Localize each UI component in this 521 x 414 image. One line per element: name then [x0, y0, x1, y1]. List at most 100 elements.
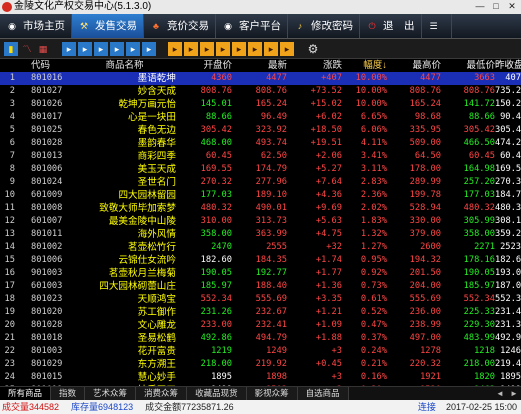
table-cell: 6.06%	[360, 125, 387, 135]
tool-icon-2[interactable]: ▸	[78, 41, 92, 56]
column-header[interactable]: 幅度↓	[342, 59, 387, 72]
column-header[interactable]: 昨收盘价	[495, 59, 521, 72]
table-row[interactable]: 9 801024 圣世名门 270.32 277.96 +7.64 2.83% 289.99 2…	[0, 176, 521, 189]
table-row[interactable]: 23 801029 东方溯王 218.00 219.92 +0.45 0.21% 220.32…	[0, 358, 521, 371]
tab-1[interactable]: 指数	[51, 387, 86, 400]
table-cell: 60.45	[205, 151, 232, 161]
column-header[interactable]: 最高价	[387, 59, 441, 72]
tool-icon-9[interactable]: ▸	[200, 41, 214, 56]
table-row[interactable]: 12 601007 最美金陵中山陵 310.00 313.73 +5.63 1.83% 330…	[0, 215, 521, 228]
table-row[interactable]: 1 801016 墨语乾坤 4360 4477 +407 10.00% 4477 3663 407	[0, 72, 521, 85]
table-row[interactable]: 2 801027 妙含天成 808.76 808.76 +73.52 10.00% 808.7…	[0, 85, 521, 98]
tool-icon-8[interactable]: ▸	[184, 41, 198, 56]
table-cell: 2.36%	[360, 190, 387, 200]
table-row[interactable]: 4 801017 心是一块田 88.66 96.49 +6.02 6.65% 98.68 88.…	[0, 111, 521, 124]
tool-icon-12[interactable]: ▸	[248, 41, 262, 56]
table-cell: 231.4	[495, 307, 521, 317]
tab-4[interactable]: 收藏品现货	[187, 387, 247, 400]
tool-icon-5[interactable]: ▸	[126, 41, 140, 56]
tool-icon-6[interactable]: ▸	[142, 41, 156, 56]
table-cell: 201.50	[409, 268, 441, 278]
nav-item-4[interactable]: ♪ 修改密码	[288, 14, 360, 38]
column-header[interactable]: 最新	[232, 59, 287, 72]
tool-icon-4[interactable]: ▸	[110, 41, 124, 56]
nav-item-0[interactable]: ◉ 市场主页	[0, 14, 72, 38]
tool-icon-7[interactable]: ▸	[168, 41, 182, 56]
table-cell: 2470	[211, 242, 232, 252]
table-cell: 四大园林留园	[118, 190, 176, 201]
table-cell: 232.41	[255, 320, 287, 330]
tool-icon-1[interactable]: ▸	[62, 41, 76, 56]
table-cell: 182.60	[200, 255, 232, 265]
column-header[interactable]: 商品名称	[73, 59, 180, 72]
column-header[interactable]: 开盘价	[180, 59, 232, 72]
close-button[interactable]: ✕	[505, 1, 519, 12]
table-row[interactable]: 6 801028 墨韵春华 468.00 493.74 +19.51 4.11% 509.00…	[0, 137, 521, 150]
minimize-button[interactable]: —	[473, 1, 487, 12]
table-cell: +3.35	[315, 294, 342, 304]
table-cell: 480.32	[200, 203, 232, 213]
column-header[interactable]: 代码	[17, 59, 73, 72]
column-header[interactable]: 涨跌	[287, 59, 342, 72]
table-cell: 17	[4, 281, 15, 291]
table-cell: 480.3	[495, 203, 521, 213]
maximize-button[interactable]: □	[489, 1, 503, 12]
table-cell: 188.40	[255, 281, 287, 291]
table-cell: 15	[4, 255, 15, 265]
scroll-right-icon[interactable]: ►	[507, 387, 521, 400]
tool-icon-3[interactable]: ▸	[94, 41, 108, 56]
nav-item-1[interactable]: ⚒ 发售交易	[72, 14, 144, 38]
table-cell: 801018	[31, 333, 63, 343]
tool-icon-11[interactable]: ▸	[232, 41, 246, 56]
tab-5[interactable]: 影视众筹	[246, 387, 298, 400]
tab-3[interactable]: 消费众筹	[136, 387, 188, 400]
table-cell: 90.4	[500, 112, 521, 122]
table-cell: 10	[4, 190, 15, 200]
nav-item-5[interactable]: ⏻ 退 出	[360, 14, 422, 38]
gear-icon[interactable]: ⚙	[306, 42, 320, 56]
tool-icon-13[interactable]: ▸	[264, 41, 278, 56]
table-cell: 9	[9, 177, 15, 187]
table-row[interactable]: 14 801002 茗壶松竹行 2470 2555 +32 1.27% 2600 2271 252…	[0, 241, 521, 254]
tab-6[interactable]: 自选商品	[297, 387, 349, 400]
table-cell: 141.72	[463, 99, 495, 109]
tab-0[interactable]: 所有商品	[0, 387, 52, 400]
table-row[interactable]: 20 801028 文心雕龙 233.00 232.41 +1.09 0.47% 238.99…	[0, 319, 521, 332]
table-cell: 妙含天成	[137, 86, 176, 97]
column-header[interactable]: 最低价	[441, 59, 495, 72]
line-chart-icon[interactable]: 〽	[20, 42, 34, 56]
table-row[interactable]: 17 601003 四大园林砌蕾山庄 185.97 188.40 +1.36 0.73% 20…	[0, 280, 521, 293]
scroll-left-icon[interactable]: ◄	[493, 387, 507, 400]
table-cell: 12	[4, 216, 15, 226]
table-row[interactable]: 15 801006 云锦仕女流吟 182.60 184.35 +1.74 0.95% 194.…	[0, 254, 521, 267]
table-row[interactable]: 18 801023 天顺鸿宝 552.34 555.69 +3.35 0.61% 555.69…	[0, 293, 521, 306]
bar-chart-icon[interactable]: ▮	[4, 41, 18, 56]
tool-icon-14[interactable]: ▸	[280, 41, 294, 56]
table-row[interactable]: 11 801008 致敬大师毕加索梦 480.32 490.01 +9.69 2.02% 52…	[0, 202, 521, 215]
table-row[interactable]: 7 801013 商彩四季 60.45 62.50 +2.06 3.41% 64.50 60.4…	[0, 150, 521, 163]
table-row[interactable]: 3 801026 乾坤万画元怡 145.01 165.24 +15.02 10.00% 165…	[0, 98, 521, 111]
table-row[interactable]: 10 601009 四大园林留园 177.03 189.10 +4.36 2.36% 199.…	[0, 189, 521, 202]
table-cell: 219.92	[255, 359, 287, 369]
table-row[interactable]: 16 901003 茗壶秋月兰梅菊 190.05 192.77 +1.77 0.92% 201…	[0, 267, 521, 280]
column-header[interactable]	[0, 59, 17, 72]
table-row[interactable]: 24 801015 慧心妙手 1895 1898 +3 0.16% 1921 1820 1895	[0, 371, 521, 384]
tool-icon-10[interactable]: ▸	[216, 41, 230, 56]
table-cell: 407	[505, 73, 521, 83]
table-cell: 2.83%	[360, 177, 387, 187]
nav-item-6[interactable]: ☰	[422, 14, 452, 38]
table-cell: 1820	[474, 372, 495, 382]
nav-item-2[interactable]: ♣ 竞价交易	[144, 14, 216, 38]
table-cell: 323.92	[255, 125, 287, 135]
tab-2[interactable]: 艺术众筹	[85, 387, 137, 400]
table-row[interactable]: 19 801020 苏工御作 231.26 232.67 +1.21 0.52% 236.00…	[0, 306, 521, 319]
kline-icon[interactable]: ▦	[36, 42, 50, 56]
table-row[interactable]: 21 801018 圣易松鹤 492.86 494.79 +1.88 0.37% 497.00…	[0, 332, 521, 345]
table-row[interactable]: 13 801011 海外风情 358.00 363.99 +4.75 1.32% 379.00…	[0, 228, 521, 241]
table-row[interactable]: 8 801006 美玉天成 169.55 174.79 +5.27 3.11% 178.00 1…	[0, 163, 521, 176]
status-amount: 成交金额77235871.26	[145, 402, 234, 412]
nav-item-3[interactable]: ◉ 客户平台	[216, 14, 288, 38]
table-row[interactable]: 22 801003 花开富贵 1219 1249 +3 0.24% 1278 1218 1246	[0, 345, 521, 358]
table-cell: 19	[4, 307, 15, 317]
table-row[interactable]: 5 801025 春色无边 305.42 323.92 +18.50 6.06% 335.95…	[0, 124, 521, 137]
